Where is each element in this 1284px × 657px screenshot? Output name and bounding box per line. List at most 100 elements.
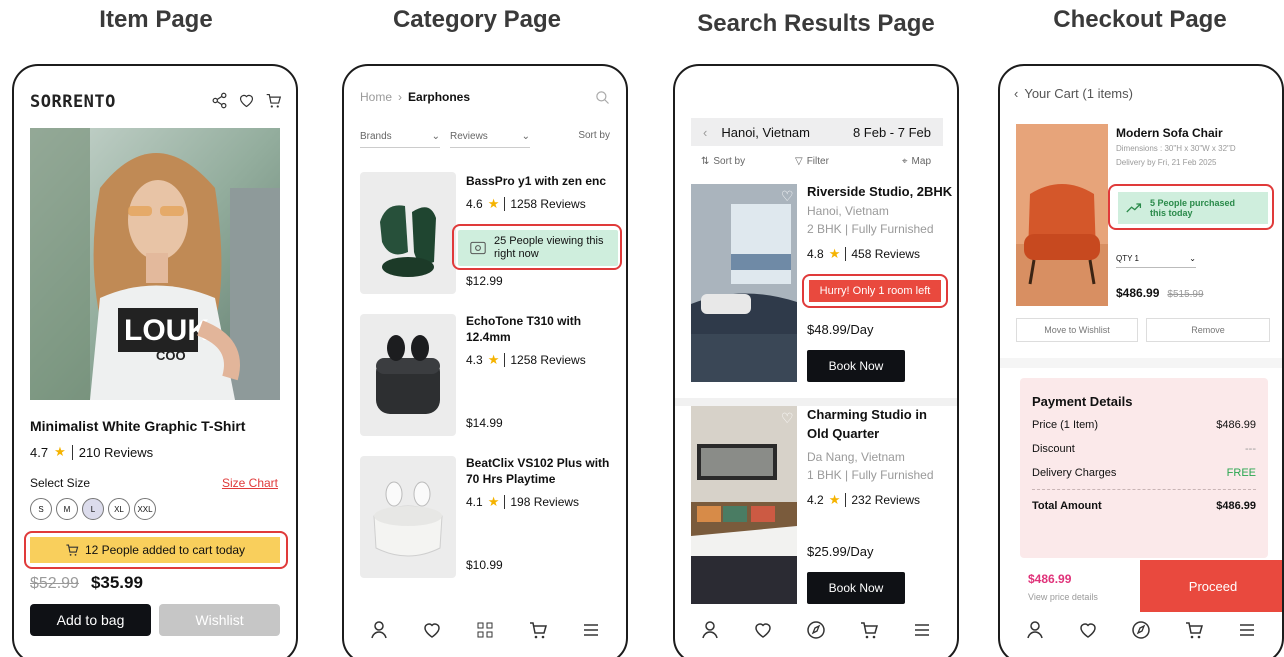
star-icon: ★ — [487, 196, 500, 211]
listing-type: 2 BHK | Fully Furnished — [807, 222, 934, 236]
listing-location: Hanoi, Vietnam — [807, 204, 889, 218]
book-now-button[interactable]: Book Now — [807, 350, 905, 382]
cart-icon[interactable] — [265, 92, 282, 109]
compass-icon[interactable] — [806, 620, 826, 640]
sort-label: Sort by — [713, 156, 746, 167]
size-selector: S M L XL XXL — [30, 498, 160, 520]
search-dates: 8 Feb - 7 Feb — [852, 124, 931, 140]
product-image[interactable]: LOUK COO — [30, 128, 280, 400]
heart-icon[interactable] — [753, 620, 773, 640]
map-button[interactable]: ⌖ Map — [902, 156, 931, 167]
reviews-filter-label: Reviews — [450, 131, 488, 142]
listing-title[interactable]: Riverside Studio, 2BHK — [807, 184, 952, 199]
cart-old-price: $515.99 — [1167, 289, 1204, 300]
payment-row-label: Total Amount — [1032, 500, 1102, 512]
star-icon: ★ — [828, 492, 841, 507]
view-price-details-link[interactable]: View price details — [1028, 592, 1098, 602]
user-icon[interactable] — [1025, 620, 1045, 640]
search-location: Hanoi, Vietnam — [721, 124, 810, 140]
size-option-xl[interactable]: XL — [108, 498, 130, 520]
listing-title[interactable]: Charming Studio in Old Quarter — [807, 406, 947, 444]
cart-title: Your Cart (1 items) — [1024, 86, 1133, 101]
add-to-bag-button[interactable]: Add to bag — [30, 604, 151, 636]
chevron-left-icon[interactable]: ‹ — [703, 125, 707, 140]
cart-product-image[interactable] — [1016, 124, 1108, 306]
footer-price: $486.99 — [1028, 572, 1072, 586]
sort-by-button[interactable]: ⇅ Sort by — [701, 156, 745, 167]
user-icon[interactable] — [369, 620, 389, 640]
filter-button[interactable]: ▽ Filter — [795, 156, 829, 167]
chevron-right-icon: › — [398, 90, 403, 104]
qty-select[interactable]: QTY 1 ⌄ — [1116, 250, 1196, 268]
current-price: $35.99 — [90, 573, 143, 592]
remove-button[interactable]: Remove — [1146, 318, 1270, 342]
size-option-l[interactable]: L — [82, 498, 104, 520]
payment-row-label: Delivery Charges — [1032, 467, 1117, 479]
breadcrumb-home[interactable]: Home — [360, 90, 392, 104]
size-option-m[interactable]: M — [56, 498, 78, 520]
product-name[interactable]: BassPro y1 with zen enc — [466, 174, 606, 188]
size-option-xxl[interactable]: XXL — [134, 498, 156, 520]
product-price: $10.99 — [466, 558, 503, 572]
search-icon[interactable] — [595, 90, 610, 105]
menu-icon[interactable] — [912, 620, 932, 640]
chevron-left-icon[interactable]: ‹ — [1014, 86, 1018, 101]
breadcrumb-current: Earphones — [408, 90, 471, 104]
map-pin-icon: ⌖ — [901, 156, 908, 167]
search-bar[interactable]: ‹ Hanoi, Vietnam 8 Feb - 7 Feb — [691, 118, 943, 146]
checkout-page-phone: ‹ Your Cart (1 items) Modern Sofa Chair … — [998, 64, 1284, 657]
listing-image[interactable] — [691, 184, 797, 382]
book-now-button[interactable]: Book Now — [807, 572, 905, 604]
heart-icon[interactable] — [1078, 620, 1098, 640]
search-page-phone: ‹ Hanoi, Vietnam 8 Feb - 7 Feb ⇅ Sort by … — [673, 64, 959, 657]
bottom-nav — [675, 610, 957, 650]
product-image[interactable] — [360, 314, 456, 436]
bottom-nav — [1000, 610, 1282, 650]
wishlist-button[interactable]: Wishlist — [159, 604, 280, 636]
product-name[interactable]: EchoTone T310 with 12.4mm — [466, 314, 616, 345]
payment-row-value: --- — [1245, 443, 1256, 455]
grid-icon[interactable] — [475, 620, 495, 640]
review-count: 1258 Reviews — [504, 353, 586, 367]
chevron-down-icon: ⌄ — [431, 131, 440, 142]
favorite-heart-icon[interactable]: ♡ — [781, 410, 794, 427]
chevron-down-icon: ⌄ — [1189, 254, 1196, 263]
review-count[interactable]: 210 Reviews — [71, 444, 153, 460]
star-icon: ★ — [487, 494, 500, 509]
listing-rating: 4.8 ★ 458 Reviews — [807, 246, 920, 262]
move-to-wishlist-button[interactable]: Move to Wishlist — [1016, 318, 1138, 342]
product-name[interactable]: BeatClix VS102 Plus with 70 Hrs Playtime — [466, 456, 616, 487]
share-icon[interactable] — [211, 92, 228, 109]
heart-icon[interactable] — [238, 92, 255, 109]
heart-icon[interactable] — [422, 620, 442, 640]
product-image[interactable] — [360, 172, 456, 294]
brands-filter[interactable]: Brands ⌄ — [360, 126, 440, 148]
cart-icon[interactable] — [528, 620, 548, 640]
favorite-heart-icon[interactable]: ♡ — [781, 188, 794, 205]
star-icon: ★ — [487, 352, 500, 367]
menu-icon[interactable] — [581, 620, 601, 640]
sort-by-button[interactable]: Sort by — [578, 130, 610, 141]
menu-icon[interactable] — [1237, 620, 1257, 640]
product-rating: 4.6 ★ 1258 Reviews — [466, 196, 586, 212]
compass-icon[interactable] — [1131, 620, 1151, 640]
cart-price-row: $486.99 $515.99 — [1116, 286, 1204, 300]
product-rating: 4.1 ★ 198 Reviews — [466, 494, 579, 510]
shirt-print-text: LOUK — [124, 314, 209, 347]
listing-image[interactable] — [691, 406, 797, 604]
payment-row: Delivery Charges FREE — [1032, 467, 1256, 490]
payment-details-panel: Payment Details Price (1 Item) $486.99 D… — [1020, 378, 1268, 558]
star-icon: ★ — [54, 444, 66, 459]
proceed-button[interactable]: Proceed — [1140, 560, 1282, 612]
user-icon[interactable] — [700, 620, 720, 640]
reviews-filter[interactable]: Reviews ⌄ — [450, 126, 530, 148]
cart-icon[interactable] — [1184, 620, 1204, 640]
brand-logo[interactable]: SORRENTO — [30, 92, 116, 112]
product-image[interactable] — [360, 456, 456, 578]
cart-icon[interactable] — [859, 620, 879, 640]
product-rating: 4.7 ★ 210 Reviews — [30, 444, 153, 460]
item-header-actions — [211, 92, 282, 109]
size-chart-link[interactable]: Size Chart — [222, 476, 278, 490]
size-option-s[interactable]: S — [30, 498, 52, 520]
star-icon: ★ — [828, 246, 841, 261]
